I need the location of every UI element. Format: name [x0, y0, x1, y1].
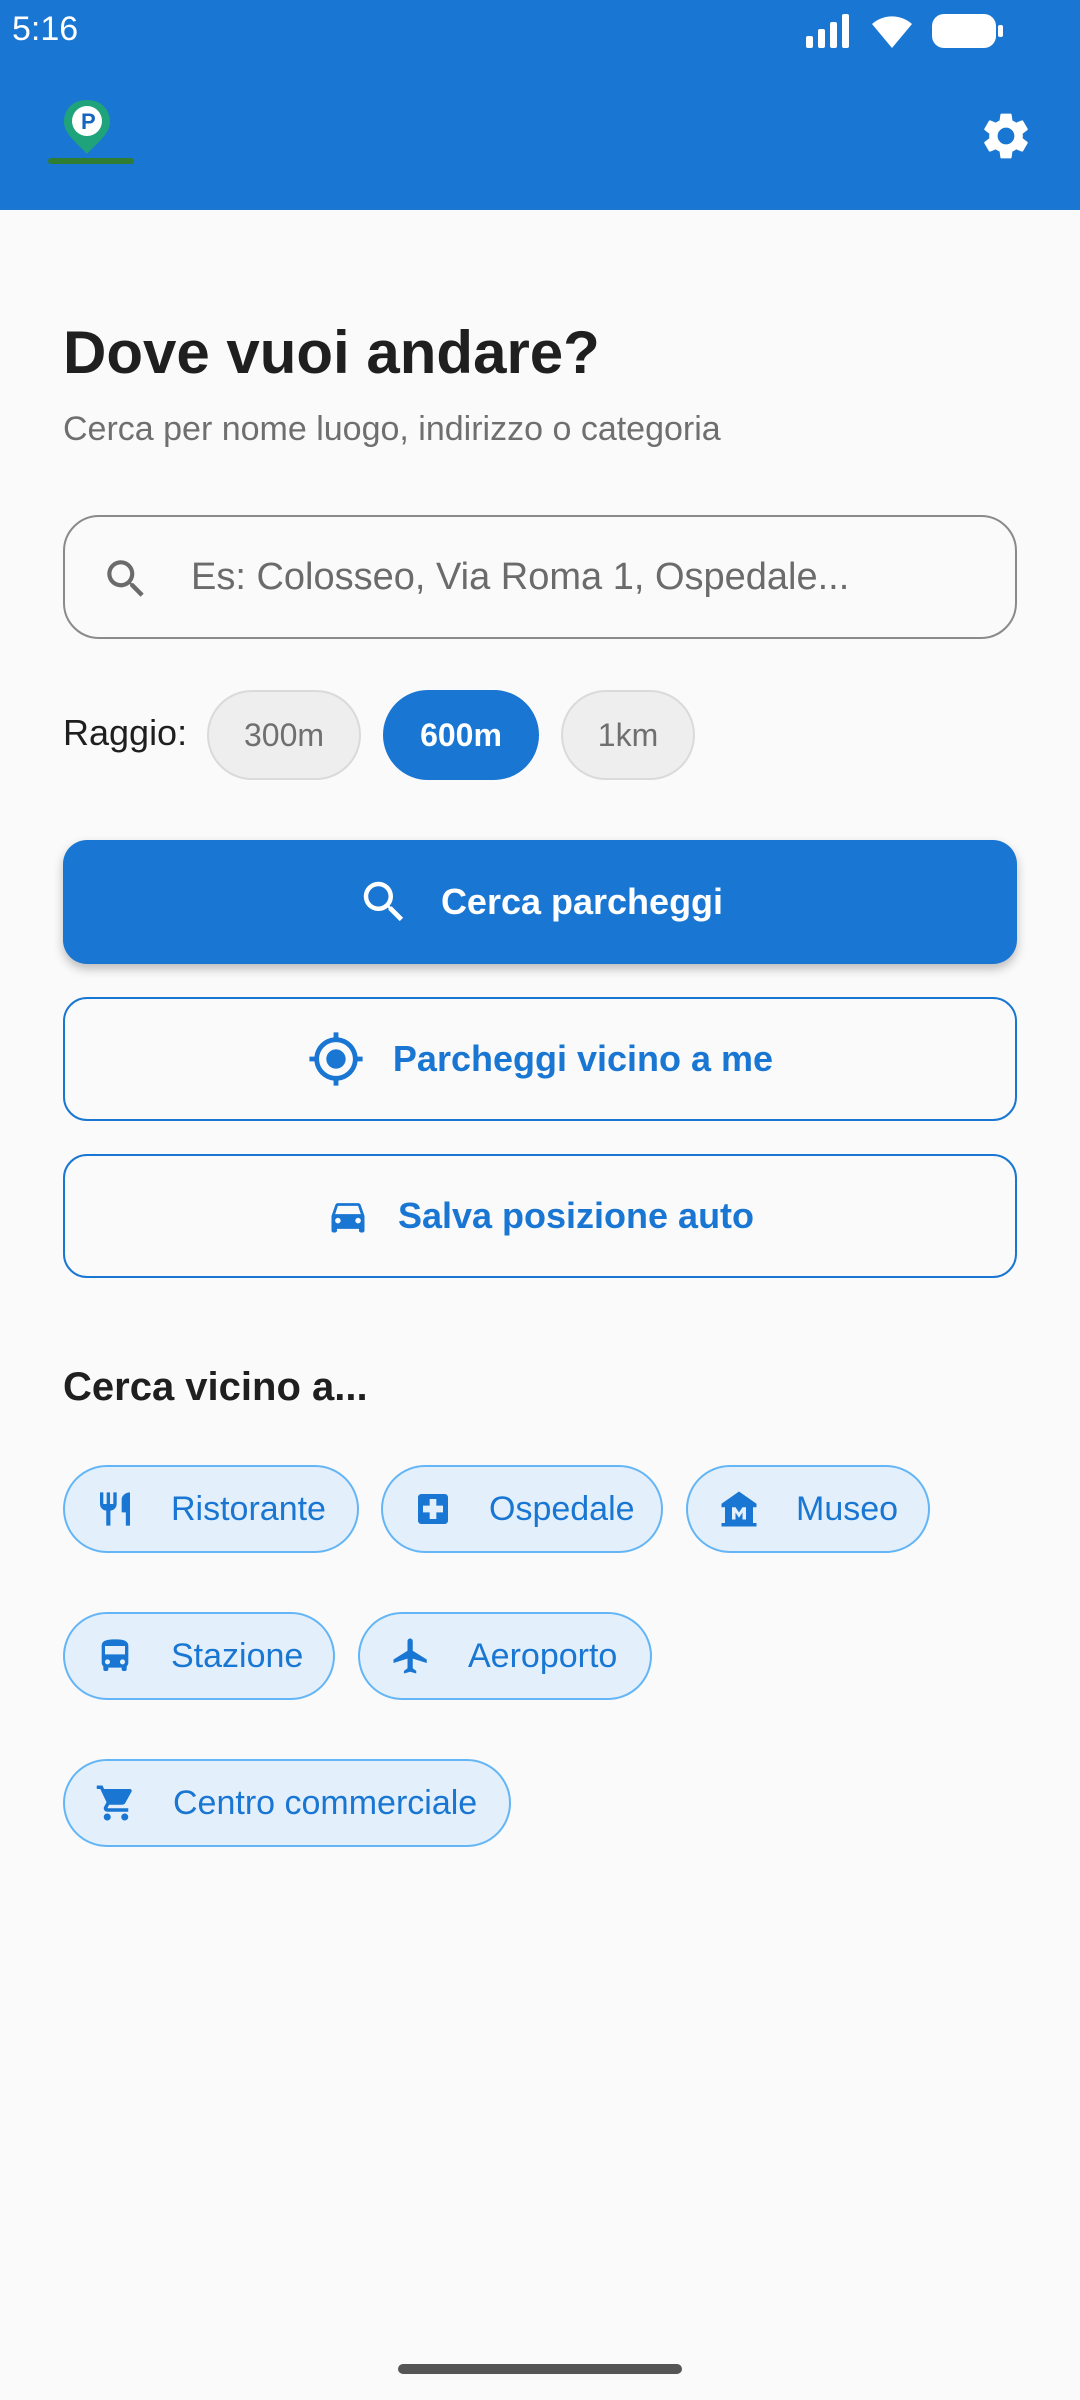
gear-icon — [984, 113, 1028, 159]
airplane-icon — [393, 1638, 427, 1674]
my-location-icon — [309, 1032, 363, 1086]
save-car-position-button[interactable]: Salva posizione auto — [63, 1154, 1017, 1278]
category-chip-centro-commerciale[interactable]: Centro commerciale — [63, 1759, 511, 1847]
radius-chip-1km[interactable]: 1km — [561, 690, 695, 780]
radius-chip-300m[interactable]: 300m — [207, 690, 361, 780]
shopping-cart-icon — [96, 1785, 132, 1821]
nearby-parking-button[interactable]: Parcheggi vicino a me — [63, 997, 1017, 1121]
save-car-label: Salva posizione auto — [397, 1195, 755, 1236]
category-label: Aeroporto — [468, 1636, 618, 1675]
parking-pin-logo-icon: P — [48, 98, 134, 170]
search-icon — [363, 881, 404, 922]
status-bar: 5:16 — [0, 0, 1080, 60]
category-label: Ospedale — [489, 1489, 635, 1528]
search-input[interactable] — [189, 517, 989, 637]
hospital-icon — [418, 1494, 448, 1524]
nearby-section-title: Cerca vicino a... — [63, 1365, 368, 1409]
svg-text:P: P — [81, 109, 96, 134]
category-chip-museo[interactable]: Museo — [686, 1465, 930, 1553]
restaurant-icon — [100, 1492, 130, 1526]
radius-selector: Raggio: 300m 600m 1km — [63, 690, 1017, 780]
nearby-parking-label: Parcheggi vicino a me — [392, 1038, 774, 1079]
train-icon — [101, 1639, 129, 1671]
page-title: Dove vuoi andare? — [63, 319, 600, 386]
category-chip-aeroporto[interactable]: Aeroporto — [358, 1612, 652, 1700]
settings-button[interactable] — [976, 106, 1036, 166]
search-box[interactable] — [63, 515, 1017, 639]
home-indicator[interactable] — [398, 2364, 682, 2374]
category-label: Centro commerciale — [173, 1783, 478, 1822]
battery-icon — [932, 14, 1003, 48]
category-chip-ospedale[interactable]: Ospedale — [381, 1465, 663, 1553]
category-label: Stazione — [171, 1636, 304, 1675]
category-chip-stazione[interactable]: Stazione — [63, 1612, 335, 1700]
search-icon — [107, 560, 144, 597]
radius-chip-600m[interactable]: 600m — [383, 690, 539, 780]
page-subtitle: Cerca per nome luogo, indirizzo o catego… — [63, 410, 721, 448]
status-icons — [806, 14, 1004, 48]
category-chip-ristorante[interactable]: Ristorante — [63, 1465, 359, 1553]
car-icon — [331, 1203, 365, 1233]
category-label: Ristorante — [171, 1489, 326, 1528]
category-label: Museo — [796, 1489, 899, 1528]
museum-icon — [721, 1491, 757, 1527]
app-bar: 5:16 P — [0, 0, 1080, 210]
search-parking-label: Cerca parcheggi — [440, 881, 724, 922]
search-parking-button[interactable]: Cerca parcheggi — [63, 840, 1017, 964]
status-time: 5:16 — [12, 10, 79, 48]
radius-label: Raggio: — [63, 712, 188, 753]
wifi-icon — [872, 16, 912, 48]
signal-icon — [806, 14, 849, 48]
